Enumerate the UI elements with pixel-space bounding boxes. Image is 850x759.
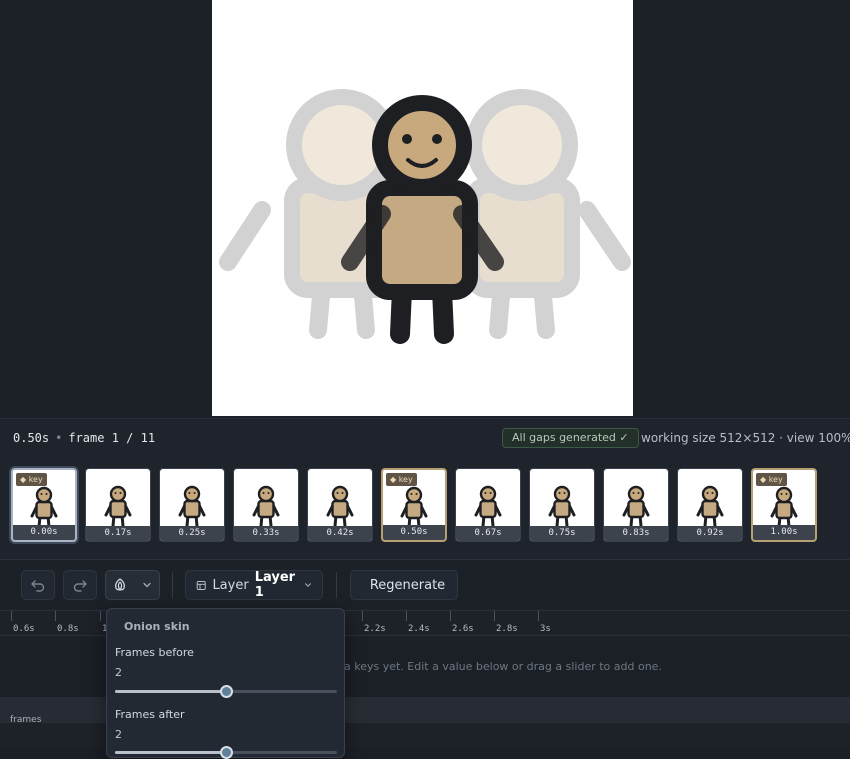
frame-timestamp: 0.92s xyxy=(678,526,742,541)
frame-timestamp: 0.33s xyxy=(234,526,298,541)
ruler-tick xyxy=(538,611,539,621)
layer-prefix: Layer xyxy=(212,577,249,593)
ruler-tick-label: 2.4s xyxy=(408,624,430,634)
frames-before-slider[interactable] xyxy=(115,685,337,698)
ruler-tick-label: 2.8s xyxy=(496,624,518,634)
ruler-tick-label: 2.2s xyxy=(364,624,386,634)
character-drawing xyxy=(219,89,631,344)
current-frame-readout: 0.50s • frame 1 / 11 xyxy=(13,431,155,445)
ruler-tick xyxy=(100,611,101,621)
frame-timestamp: 0.75s xyxy=(530,526,594,541)
regenerate-label: Regenerate xyxy=(369,577,446,593)
frames-after-label: Frames after xyxy=(115,708,185,721)
keyframe-tag: ◆ key xyxy=(386,473,417,486)
keyframe-tag: ◆ key xyxy=(16,473,47,486)
slider-fill xyxy=(115,690,226,693)
onion-skin-popover: Onion skin Frames before 2 Frames after … xyxy=(106,608,345,759)
frame-thumbnail-figure xyxy=(474,485,502,528)
ruler-tick xyxy=(406,611,407,621)
layer-select-button[interactable]: Layer Layer 1 xyxy=(185,570,323,600)
frame-timestamp: 0.83s xyxy=(604,526,668,541)
frame-thumbnail[interactable]: ◆ key 1.00s xyxy=(751,468,817,542)
separator-dot: • xyxy=(55,431,63,445)
regenerate-button[interactable]: Regenerate xyxy=(350,570,458,600)
stage-area xyxy=(0,0,850,418)
frames-after-value: 2 xyxy=(115,728,122,741)
frame-thumbnail[interactable]: 0.92s xyxy=(677,468,743,542)
frame-thumbnail[interactable]: 0.83s xyxy=(603,468,669,542)
ruler-tick xyxy=(494,611,495,621)
empty-keys-message: a keys yet. Edit a value below or drag a… xyxy=(344,660,662,673)
frame-thumbnail-figure xyxy=(622,485,650,528)
frame-info-bar: 0.50s • frame 1 / 11 All gaps generated ✓ … xyxy=(0,418,850,458)
slider-handle[interactable] xyxy=(220,685,233,698)
frame-thumbnail-figure xyxy=(770,486,798,529)
frame-thumbnail-figure xyxy=(696,485,724,528)
frame-timestamp: 1.00s xyxy=(753,525,815,540)
ruler-tick-label: 3s xyxy=(540,624,551,634)
frame-timestamp: 0.42s xyxy=(308,526,372,541)
frame-thumbnail[interactable]: 0.33s xyxy=(233,468,299,542)
layer-icon xyxy=(196,580,206,590)
toolbar-divider xyxy=(172,572,173,598)
toolbar-divider xyxy=(336,572,337,598)
frame-timestamp: 0.25s xyxy=(160,526,224,541)
frame-timestamp: 0.67s xyxy=(456,526,520,541)
onion-skin-button[interactable] xyxy=(105,570,160,600)
frame-thumbnail[interactable]: 0.67s xyxy=(455,468,521,542)
frames-before-value: 2 xyxy=(115,666,122,679)
frame-thumbnail-figure xyxy=(548,485,576,528)
gaps-status-badge: All gaps generated ✓ xyxy=(502,428,639,448)
frame-thumbnail-figure xyxy=(400,486,428,529)
undo-icon xyxy=(31,580,45,592)
slider-fill xyxy=(115,751,226,754)
frame-counter: frame 1 / 11 xyxy=(68,431,156,445)
layer-name: Layer 1 xyxy=(254,570,296,600)
redo-icon xyxy=(73,580,87,592)
frame-thumbnail-figure xyxy=(104,485,132,528)
chevron-down-icon xyxy=(305,583,311,587)
frame-timestamp: 0.50s xyxy=(383,525,445,540)
working-size-readout: working size 512×512 · view 100% xyxy=(641,431,850,445)
undo-button[interactable] xyxy=(21,570,55,600)
frame-timestamp: 0.00s xyxy=(13,525,75,540)
ruler-tick-label: 2.6s xyxy=(452,624,474,634)
ruler-tick-label: 0.6s xyxy=(13,624,35,634)
frame-filmstrip: ◆ key 0.00s 0.17s 0.25s 0.33s 0.42s ◆ key 0.50s… xyxy=(0,458,850,560)
frame-timestamp: 0.17s xyxy=(86,526,150,541)
ruler-tick xyxy=(55,611,56,621)
frame-thumbnail-figure xyxy=(178,485,206,528)
frame-thumbnail[interactable]: 0.75s xyxy=(529,468,595,542)
onion-icon xyxy=(115,578,126,591)
frame-thumbnail[interactable]: 0.42s xyxy=(307,468,373,542)
keyframe-tag: ◆ key xyxy=(756,473,787,486)
timeline-toolbar: Layer Layer 1 Regenerate xyxy=(0,560,850,610)
ruler-tick xyxy=(11,611,12,621)
frame-thumbnail[interactable]: 0.17s xyxy=(85,468,151,542)
frames-before-label: Frames before xyxy=(115,646,194,659)
ruler-tick xyxy=(450,611,451,621)
ruler-tick-label: 0.8s xyxy=(57,624,79,634)
frame-thumbnail[interactable]: 0.25s xyxy=(159,468,225,542)
popover-title: Onion skin xyxy=(124,620,190,633)
frame-thumbnail[interactable]: ◆ key 0.00s xyxy=(11,468,77,542)
current-time: 0.50s xyxy=(13,431,50,445)
redo-button[interactable] xyxy=(63,570,97,600)
drawing-canvas[interactable] xyxy=(212,0,633,416)
ruler-tick xyxy=(362,611,363,621)
frame-thumbnail-figure xyxy=(30,486,58,529)
frame-thumbnail[interactable]: ◆ key 0.50s xyxy=(381,468,447,542)
chevron-down-icon xyxy=(143,582,151,588)
frame-thumbnail-figure xyxy=(326,485,354,528)
frame-thumbnail-figure xyxy=(252,485,280,528)
